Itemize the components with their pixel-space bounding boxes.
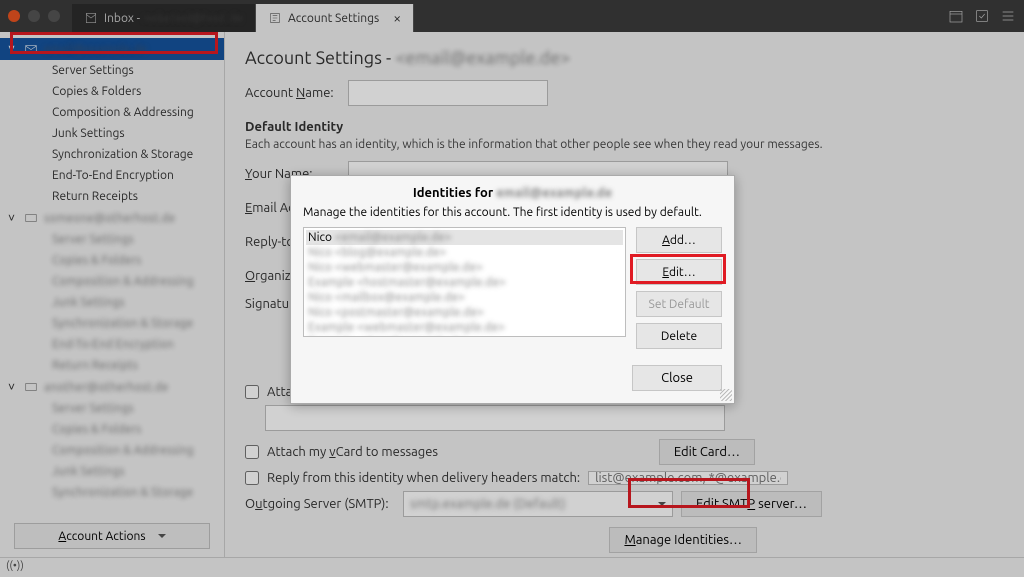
set-default-button[interactable]: Set Default [636, 291, 722, 317]
identity-row[interactable]: Nico <webmaster@example.de> [306, 260, 623, 275]
identity-row[interactable]: Nico <email@example.de> [306, 230, 623, 245]
dialog-title: Identities for email@example.de [291, 176, 734, 204]
identities-dialog: Identities for email@example.de Manage t… [290, 175, 735, 404]
close-dialog-button[interactable]: Close [632, 365, 722, 391]
dialog-buttons: Add… Edit… Set Default Delete [636, 227, 722, 349]
identity-row[interactable]: Example <webmaster@example.de> [306, 320, 623, 335]
edit-identity-button[interactable]: Edit… [636, 259, 722, 285]
identity-row[interactable]: Nico <mailbox@example.de> [306, 290, 623, 305]
identities-list[interactable]: Nico <email@example.de> Nico <blog@examp… [303, 227, 626, 337]
add-identity-button[interactable]: Add… [636, 227, 722, 253]
delete-identity-button[interactable]: Delete [636, 323, 722, 349]
resize-grip-icon[interactable] [720, 389, 732, 401]
identity-row[interactable]: Nico <postmaster@example.de> [306, 305, 623, 320]
identity-row[interactable]: Example <shop@example.de> [306, 335, 623, 337]
dialog-subtitle: Manage the identities for this account. … [291, 204, 734, 227]
identity-row[interactable]: Example <hostmaster@example.de> [306, 275, 623, 290]
app-window: Inbox - redacted@host.de Account Setting… [0, 0, 1024, 577]
identity-row[interactable]: Nico <blog@example.de> [306, 245, 623, 260]
